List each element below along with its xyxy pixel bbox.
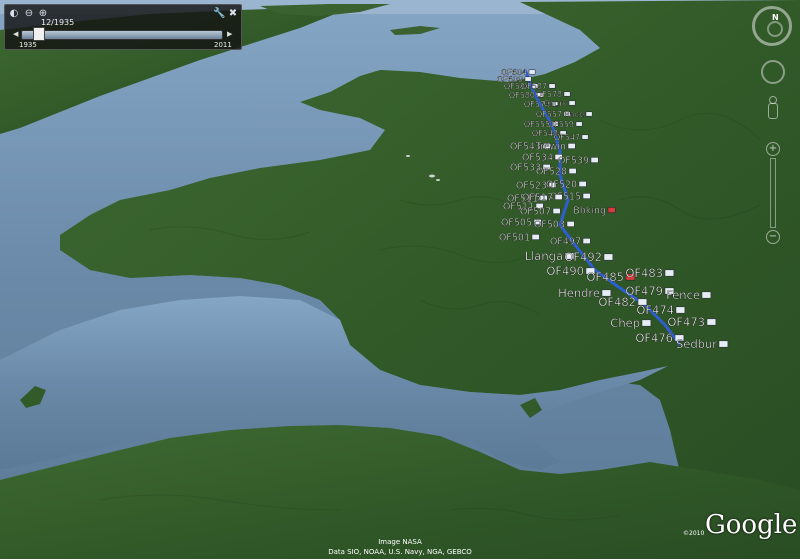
placemark-label[interactable]: OF557 [536,110,563,119]
placemark-label[interactable]: OF559 [548,120,575,129]
current-date-label: 12/1935 [41,18,75,27]
placemark-label[interactable]: OF528 [536,166,567,177]
placemark-label[interactable]: Churk [543,99,567,108]
placemark-label[interactable]: OF539 [558,155,589,166]
train-icon[interactable] [603,253,614,261]
train-icon[interactable] [590,157,599,163]
train-icon[interactable] [582,193,591,199]
placemark-label[interactable]: Hendre [558,286,600,300]
placemark-label[interactable]: OF520 [546,179,577,190]
placemark-label[interactable]: OF578 [536,90,563,99]
train-icon[interactable] [578,181,587,187]
pegman-body [768,103,778,119]
start-year-label: 1935 [19,41,37,49]
placemark-label[interactable]: Chep [610,316,640,330]
placemark-label[interactable]: OF483 [625,266,663,280]
placemark-label[interactable]: OF515 [550,191,581,202]
zoom-slider[interactable] [770,158,776,228]
time-slider-panel[interactable]: ◐ ⊖ ⊕ 🔧 ✖ 12/1935 ◀ ▶ 1935 2011 [4,4,242,50]
train-icon[interactable] [554,194,563,200]
imagery-credit: Image NASA [378,538,422,546]
placemark-label[interactable]: Trewin [534,141,566,152]
street-view-pegman-icon[interactable] [767,96,778,119]
train-icon[interactable] [567,143,576,149]
placemark-label[interactable]: Sedbur [676,337,718,351]
placemark-label[interactable]: OF497 [550,236,581,247]
earth-view[interactable]: OF604OF600OF584OF587OF580 OF578OF574Churk… [0,0,800,559]
train-icon[interactable] [718,340,729,348]
placemark-label[interactable]: OF485 [586,270,624,284]
train-icon[interactable] [566,221,575,227]
zoom-out-time-icon[interactable]: ⊖ [23,8,35,20]
placemark-label[interactable]: OF505 [501,217,532,228]
zoom-in-icon[interactable]: + [766,142,780,156]
train-icon[interactable] [706,318,717,326]
train-icon[interactable] [524,76,532,82]
placemark-label[interactable]: Fence [666,288,700,302]
train-icon[interactable] [607,207,616,213]
train-icon[interactable] [531,234,540,240]
close-icon[interactable]: ✖ [227,8,239,20]
train-icon[interactable] [641,319,652,327]
time-settings-icon[interactable]: ◐ [8,8,20,20]
placemark-label[interactable]: OF503 [534,219,565,230]
end-year-label: 2011 [214,41,232,49]
step-back-icon[interactable]: ◀ [13,30,18,39]
compass-center[interactable] [767,21,783,37]
map-viewport[interactable]: OF604 OF600 OF584 OF587 OF580 OF578 OF574 Churk… [0,0,800,559]
navigation-controls[interactable]: N + − [750,4,796,254]
train-icon[interactable] [528,69,536,75]
step-forward-icon[interactable]: ▶ [227,30,232,39]
train-icon[interactable] [581,134,589,140]
google-logo: Google [705,510,798,540]
train-icon[interactable] [701,291,712,299]
placemark-label[interactable]: OF473 [667,315,705,329]
train-icon[interactable] [664,269,675,277]
compass-ring[interactable]: N [752,6,792,46]
wrench-icon[interactable]: 🔧 [213,8,225,20]
placemark-label[interactable]: OF507 [520,206,551,217]
placemark-label[interactable]: OF476 [635,331,673,345]
train-icon[interactable] [575,121,583,127]
look-joystick[interactable] [761,60,785,84]
train-icon[interactable] [585,111,593,117]
placemark-label[interactable]: OF492 [564,250,602,264]
train-icon[interactable] [582,238,591,244]
placemark-label[interactable]: OF501 [499,232,530,243]
placemark-label[interactable]: OF523 [516,180,547,191]
placemark-label[interactable]: Race [564,110,584,119]
copyright-label: ©2010 [683,530,705,537]
train-icon[interactable] [568,168,577,174]
time-slider-track[interactable] [21,30,223,40]
placemark-label[interactable]: Bbking [573,205,606,216]
train-icon[interactable] [548,83,556,89]
placemark-label[interactable]: OF490 [546,264,584,278]
data-credit: Data SIO, NOAA, U.S. Navy, NGA, GEBCO [328,548,472,556]
zoom-out-icon[interactable]: − [766,230,780,244]
time-slider-thumb[interactable] [33,27,45,41]
train-icon[interactable] [568,100,576,106]
placemark-label[interactable]: Llanga [525,249,564,263]
train-icon[interactable] [675,306,686,314]
train-icon[interactable] [563,91,571,97]
placemark-label[interactable]: OF482 [598,295,636,309]
train-icon[interactable] [552,208,561,214]
placemark-label[interactable]: OF555 [524,120,551,129]
placemark-label[interactable]: OF580 [509,91,536,100]
